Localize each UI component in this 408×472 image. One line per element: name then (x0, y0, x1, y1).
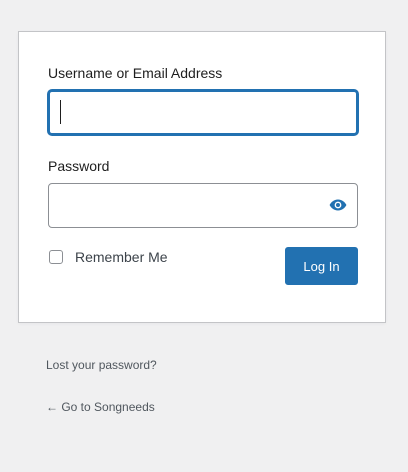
remember-me-option[interactable]: Remember Me (49, 249, 168, 265)
login-button[interactable]: Log In (285, 247, 358, 285)
login-page: Username or Email Address Password Remem… (0, 0, 408, 472)
password-input[interactable] (48, 183, 358, 228)
password-label: Password (48, 158, 110, 174)
eye-icon[interactable] (327, 194, 349, 216)
username-input[interactable] (48, 90, 358, 135)
text-cursor (60, 100, 61, 124)
remember-me-label: Remember Me (75, 249, 168, 265)
login-form: Username or Email Address Password Remem… (18, 31, 386, 323)
back-to-site-link[interactable]: ← Go to Songneeds (46, 400, 155, 414)
lost-password-link[interactable]: Lost your password? (46, 358, 157, 372)
remember-me-checkbox[interactable] (49, 250, 63, 264)
username-label: Username or Email Address (48, 65, 223, 81)
